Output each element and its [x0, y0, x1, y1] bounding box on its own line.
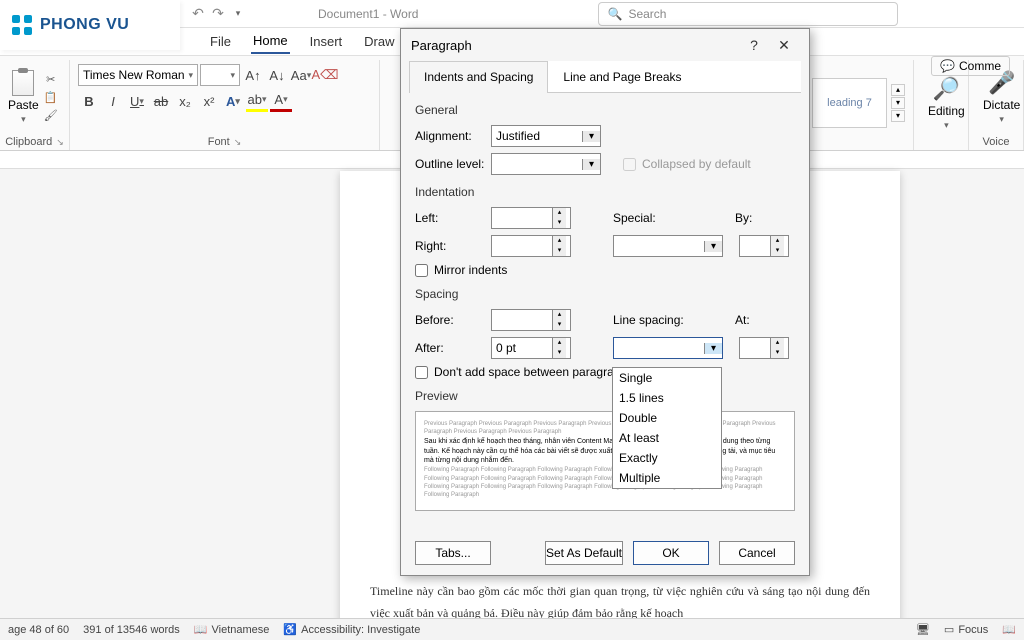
- page-indicator[interactable]: age 48 of 60: [8, 624, 69, 636]
- paragraph-text[interactable]: Timeline này cần bao gồm các mốc thời gi…: [370, 581, 870, 623]
- redo-icon[interactable]: ↷: [208, 4, 228, 24]
- before-input[interactable]: ▴▾: [491, 309, 571, 331]
- section-general: General: [415, 103, 795, 117]
- focus-mode[interactable]: ▭ Focus: [944, 623, 988, 636]
- style-heading7[interactable]: leading 7: [812, 78, 887, 128]
- search-icon: 🔍: [607, 7, 622, 21]
- dialog-title: Paragraph: [411, 38, 472, 53]
- option-double[interactable]: Double: [613, 408, 721, 428]
- editing-button[interactable]: 🔎Editing▾: [922, 76, 971, 131]
- document-title: Document1 - Word: [318, 7, 418, 21]
- section-indentation: Indentation: [415, 185, 795, 199]
- ok-button[interactable]: OK: [633, 541, 709, 565]
- logo-text: PHONG VU: [40, 16, 129, 34]
- chevron-down-icon: ▾: [582, 131, 600, 142]
- menu-home[interactable]: Home: [251, 29, 290, 54]
- undo-icon[interactable]: ↶: [188, 4, 208, 24]
- outline-combo[interactable]: ▾: [491, 153, 601, 175]
- search-icon: 🔎: [933, 76, 960, 102]
- text-effects-icon[interactable]: A▾: [222, 90, 244, 112]
- font-family-combo[interactable]: Times New Roman▾: [78, 64, 198, 86]
- strike-button[interactable]: ab: [150, 90, 172, 112]
- logo-icon: [10, 13, 34, 37]
- option-exactly[interactable]: Exactly: [613, 448, 721, 468]
- help-button[interactable]: ?: [739, 37, 769, 53]
- style-more-icon[interactable]: ▾: [891, 110, 905, 122]
- style-down-icon[interactable]: ▾: [891, 97, 905, 109]
- dictate-button[interactable]: 🎤Dictate▾: [977, 70, 1024, 125]
- by-input[interactable]: ▴▾: [739, 235, 789, 257]
- option-single[interactable]: Single: [613, 368, 721, 388]
- read-mode-icon[interactable]: 📖: [1002, 623, 1016, 636]
- dialog-tabs: Indents and Spacing Line and Page Breaks: [409, 61, 801, 93]
- subscript-button[interactable]: x₂: [174, 90, 196, 112]
- alignment-combo[interactable]: Justified▾: [491, 125, 601, 147]
- dialog-launcher-icon[interactable]: ↘: [234, 137, 242, 148]
- language-indicator[interactable]: 📖 Vietnamese: [194, 623, 270, 636]
- style-up-icon[interactable]: ▴: [891, 84, 905, 96]
- line-spacing-combo[interactable]: ▾: [613, 337, 723, 359]
- tab-indents-spacing[interactable]: Indents and Spacing: [409, 61, 548, 93]
- option-at-least[interactable]: At least: [613, 428, 721, 448]
- preview-box: Previous Paragraph Previous Paragraph Pr…: [415, 411, 795, 511]
- underline-button[interactable]: U▾: [126, 90, 148, 112]
- indent-left-input[interactable]: ▴▾: [491, 207, 571, 229]
- qat-dropdown-icon[interactable]: ▾: [228, 4, 248, 24]
- chevron-down-icon: ▾: [582, 159, 600, 170]
- menu-insert[interactable]: Insert: [308, 30, 345, 53]
- set-default-button[interactable]: Set As Default: [545, 541, 623, 565]
- change-case-icon[interactable]: Aa▾: [290, 64, 312, 86]
- comments-button[interactable]: 💬Comme: [931, 56, 1010, 76]
- close-button[interactable]: ✕: [769, 37, 799, 54]
- dialog-launcher-icon[interactable]: ↘: [56, 137, 64, 148]
- collapsed-checkbox: [623, 158, 636, 171]
- watermark-logo: PHONG VU: [0, 0, 180, 50]
- after-input[interactable]: 0 pt▴▾: [491, 337, 571, 359]
- copy-icon[interactable]: 📋: [43, 90, 59, 104]
- option-multiple[interactable]: Multiple: [613, 468, 721, 488]
- cancel-button[interactable]: Cancel: [719, 541, 795, 565]
- search-input[interactable]: 🔍 Search: [598, 2, 898, 26]
- paste-icon: [12, 70, 34, 96]
- dont-add-space-checkbox[interactable]: [415, 366, 428, 379]
- chevron-down-icon: ▾: [21, 114, 26, 125]
- option-1-5-lines[interactable]: 1.5 lines: [613, 388, 721, 408]
- italic-button[interactable]: I: [102, 90, 124, 112]
- at-input[interactable]: ▴▾: [739, 337, 789, 359]
- tabs-button[interactable]: Tabs...: [415, 541, 491, 565]
- word-count[interactable]: 391 of 13546 words: [83, 624, 180, 636]
- menu-file[interactable]: File: [208, 30, 233, 53]
- comment-icon: 💬: [940, 59, 955, 73]
- display-settings-icon[interactable]: 🖥: [916, 623, 930, 636]
- section-spacing: Spacing: [415, 287, 795, 301]
- section-preview: Preview: [415, 389, 795, 403]
- bold-button[interactable]: B: [78, 90, 100, 112]
- paste-button[interactable]: Paste ▾: [8, 70, 39, 125]
- clear-format-icon[interactable]: A⌫: [314, 64, 336, 86]
- line-spacing-dropdown: Single1.5 linesDoubleAt leastExactlyMult…: [612, 367, 722, 489]
- superscript-button[interactable]: x²: [198, 90, 220, 112]
- tab-line-page-breaks[interactable]: Line and Page Breaks: [548, 61, 696, 92]
- special-combo[interactable]: ▾: [613, 235, 723, 257]
- menu-draw[interactable]: Draw: [362, 30, 396, 53]
- paragraph-dialog: Paragraph ? ✕ Indents and Spacing Line a…: [400, 28, 810, 576]
- highlight-icon[interactable]: ab▾: [246, 90, 268, 112]
- font-color-icon[interactable]: A▾: [270, 90, 292, 112]
- status-bar: age 48 of 60 391 of 13546 words 📖 Vietna…: [0, 618, 1024, 640]
- grow-font-icon[interactable]: A↑: [242, 64, 264, 86]
- format-painter-icon[interactable]: 🖌: [43, 108, 59, 122]
- cut-icon[interactable]: ✂: [43, 72, 59, 86]
- accessibility-indicator[interactable]: ♿ Accessibility: Investigate: [283, 623, 420, 636]
- shrink-font-icon[interactable]: A↓: [266, 64, 288, 86]
- indent-right-input[interactable]: ▴▾: [491, 235, 571, 257]
- mirror-indents-checkbox[interactable]: [415, 264, 428, 277]
- font-size-combo[interactable]: ▾: [200, 64, 240, 86]
